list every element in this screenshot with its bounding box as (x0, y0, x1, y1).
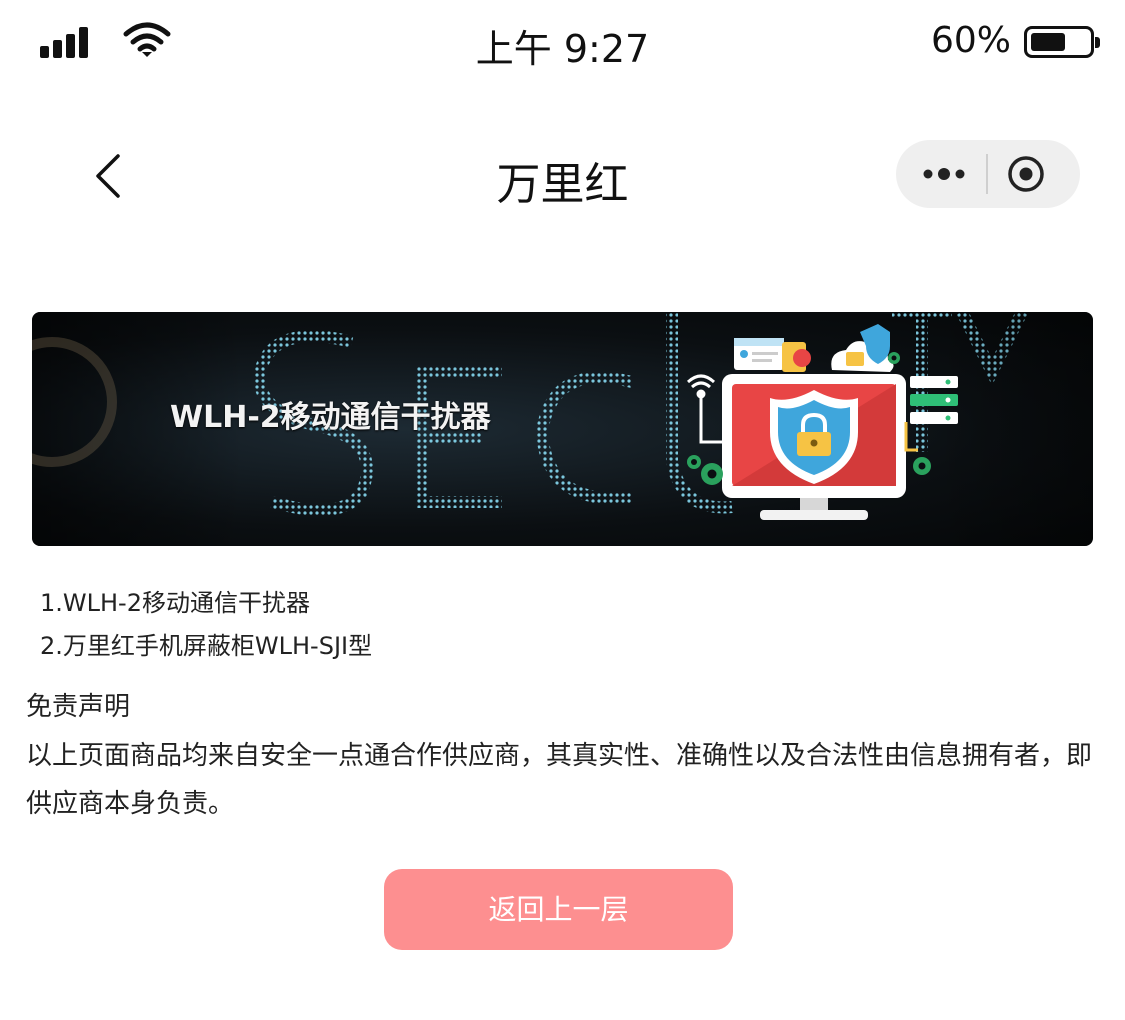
more-icon[interactable] (918, 154, 970, 194)
nav-bar: 万里红 (0, 120, 1125, 230)
capsule-divider (986, 154, 988, 194)
list-item[interactable]: 2.万里红手机屏蔽柜WLH-SJI型 (40, 625, 372, 668)
target-icon[interactable] (1006, 154, 1046, 194)
battery-percent: 60% (930, 20, 1011, 61)
banner-title: WLH-2移动通信干扰器 (170, 400, 491, 435)
disclaimer-body: 以上页面商品均来自安全一点通合作供应商，其真实性、准确性以及合法性由信息拥有者，… (26, 741, 1093, 819)
list-item[interactable]: 1.WLH-2移动通信干扰器 (40, 582, 372, 625)
battery-icon (1024, 26, 1100, 58)
product-list: 1.WLH-2移动通信干扰器 2.万里红手机屏蔽柜WLH-SJI型 (40, 582, 372, 668)
battery-tip (1095, 37, 1100, 48)
mini-program-capsule (896, 140, 1080, 208)
status-bar: 上午 9:27 60% (0, 0, 1125, 86)
return-button[interactable]: 返回上一层 (384, 869, 733, 950)
disclaimer-title: 免责声明 (26, 692, 131, 722)
battery-fill (1031, 33, 1065, 51)
id-card-icon (734, 338, 811, 372)
product-banner[interactable]: WLH-2移动通信干扰器 (32, 312, 1093, 546)
